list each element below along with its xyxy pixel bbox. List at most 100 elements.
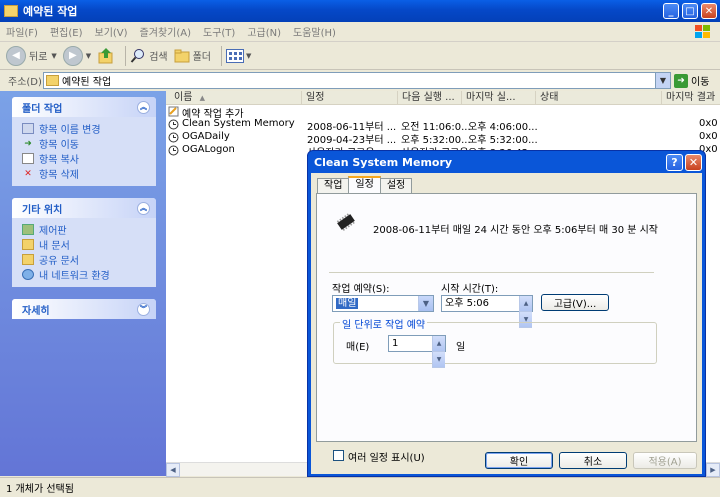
place-network[interactable]: 내 네트워크 환경 xyxy=(22,267,148,282)
address-bar: 주소(D) 예약된 작업 ▼ ➜ 이동 xyxy=(0,71,720,90)
menu-view[interactable]: 보기(V) xyxy=(89,24,134,39)
task-pane: 폴더 작업 ︽ 항목 이름 변경 ➜ 항목 이동 항목 복사 ✕ 항목 삭제 기타 … xyxy=(0,91,166,476)
expand-chevron-icon[interactable]: ︾ xyxy=(137,302,150,316)
scroll-right-button[interactable]: ▶ xyxy=(706,463,720,477)
column-header-name[interactable]: 이름 ▲ xyxy=(166,91,302,105)
list-item[interactable]: OGADaily 2009-04-23부터 ... 오후 5:32:00... … xyxy=(166,131,720,146)
column-header-last-run[interactable]: 마지막 실... xyxy=(462,91,536,105)
panel-header[interactable]: 폴더 작업 ︽ xyxy=(12,97,156,117)
every-days-stepper[interactable]: 1 ▲ ▼ xyxy=(388,335,446,368)
window-title-bar[interactable]: 예약된 작업 _ □ ✕ xyxy=(0,0,720,22)
windows-logo-icon xyxy=(695,25,710,38)
ok-button[interactable]: 확인 xyxy=(485,452,553,469)
panel-header[interactable]: 자세히 ︾ xyxy=(12,299,156,319)
every-label: 매(E) xyxy=(346,342,370,353)
dropdown-arrow-icon[interactable]: ▼ xyxy=(418,296,433,311)
tab-task[interactable]: 작업 xyxy=(317,178,350,193)
start-time-input[interactable]: 오후 5:06 ▲ ▼ xyxy=(441,295,533,328)
details-panel: 자세히 ︾ xyxy=(12,299,156,319)
task-move-item[interactable]: ➜ 항목 이동 xyxy=(22,136,148,152)
column-header-status[interactable]: 상태 xyxy=(536,91,662,105)
task-delete-item[interactable]: ✕ 항목 삭제 xyxy=(22,166,148,182)
scheduled-task-icon xyxy=(168,145,179,156)
address-label: 주소(D) xyxy=(8,77,42,88)
column-header-schedule[interactable]: 일정 xyxy=(302,91,398,105)
search-icon xyxy=(130,48,145,63)
place-shared-documents[interactable]: 공유 문서 xyxy=(22,252,148,267)
multiple-schedules-checkbox[interactable] xyxy=(333,450,344,461)
status-text: 1 개체가 선택됨 xyxy=(6,484,74,495)
add-task-icon xyxy=(168,106,179,117)
tab-strip: 작업 일정 설정 xyxy=(317,176,413,194)
maximize-button[interactable]: □ xyxy=(682,3,698,19)
folder-tasks-panel: 폴더 작업 ︽ 항목 이름 변경 ➜ 항목 이동 항목 복사 ✕ 항목 삭제 xyxy=(12,97,156,186)
schedule-tab-page: 2008-06-11부터 매일 24 시간 동안 오후 5:06부터 매 30 … xyxy=(316,193,697,464)
apply-button[interactable]: 적용(A) xyxy=(633,452,697,469)
menu-tools[interactable]: 도구(T) xyxy=(197,24,241,39)
menu-file[interactable]: 파일(F) xyxy=(0,24,44,39)
list-item[interactable]: Clean System Memory 2008-06-11부터 ... 오전 … xyxy=(166,118,720,133)
copy-icon xyxy=(22,153,34,164)
address-dropdown-button[interactable]: ▼ xyxy=(655,73,670,88)
dialog-title-bar[interactable]: Clean System Memory xyxy=(308,151,705,173)
start-time-label: 시작 시간(T): xyxy=(441,284,499,295)
cancel-button[interactable]: 취소 xyxy=(559,452,627,469)
close-button[interactable]: ✕ xyxy=(701,3,717,19)
place-control-panel[interactable]: 제어판 xyxy=(22,222,148,237)
folder-icon xyxy=(46,75,59,86)
go-arrow-icon: ➜ xyxy=(674,73,688,88)
memory-chip-icon xyxy=(336,213,355,231)
tab-schedule[interactable]: 일정 xyxy=(348,176,381,193)
back-button[interactable]: ◀ 뒤로 ▼ xyxy=(6,45,57,66)
day-unit-label: 일 xyxy=(456,342,466,353)
menu-help[interactable]: 도움말(H) xyxy=(287,24,342,39)
forward-arrow-icon: ▶ xyxy=(62,45,83,66)
minimize-button[interactable]: _ xyxy=(663,3,679,19)
dialog-close-button[interactable]: ✕ xyxy=(685,154,702,171)
forward-button[interactable]: ▶ ▼ xyxy=(62,45,91,66)
panel-header[interactable]: 기타 위치 ︽ xyxy=(12,198,156,218)
window-title: 예약된 작업 xyxy=(23,5,78,18)
toolbar-separator xyxy=(221,45,222,66)
advanced-button[interactable]: 고급(V)... xyxy=(541,294,609,311)
delete-x-icon: ✕ xyxy=(24,168,32,179)
folders-button[interactable]: 폴더 xyxy=(174,48,211,64)
go-button[interactable]: ➜ 이동 xyxy=(674,73,709,88)
separator-line xyxy=(329,272,654,273)
tab-settings[interactable]: 설정 xyxy=(379,178,413,193)
column-header-last-result[interactable]: 마지막 결과 xyxy=(662,91,720,105)
rename-icon xyxy=(22,123,34,134)
views-button[interactable]: ▼ xyxy=(226,48,251,63)
up-folder-button[interactable] xyxy=(97,47,115,65)
move-icon: ➜ xyxy=(24,138,32,149)
spin-up-icon[interactable]: ▲ xyxy=(432,336,445,352)
daily-schedule-group: 일 단위로 작업 예약 매(E) 1 ▲ ▼ 일 xyxy=(333,316,657,368)
menu-bar: 파일(F) 편집(E) 보기(V) 즐겨찾기(A) 도구(T) 고급(N) 도움… xyxy=(0,22,720,42)
dialog-title: Clean System Memory xyxy=(314,155,453,169)
spin-down-icon[interactable]: ▼ xyxy=(432,352,445,368)
list-item[interactable]: 예약 작업 추가 xyxy=(166,105,720,120)
spin-up-icon[interactable]: ▲ xyxy=(519,296,532,312)
help-button[interactable]: ? xyxy=(666,154,683,171)
control-panel-icon xyxy=(22,224,34,235)
column-header-next-run[interactable]: 다음 실행 ... xyxy=(398,91,462,105)
folder-icon xyxy=(22,254,34,265)
place-my-documents[interactable]: 내 문서 xyxy=(22,237,148,252)
menu-advanced[interactable]: 고급(N) xyxy=(241,24,287,39)
menu-favorites[interactable]: 즐겨찾기(A) xyxy=(134,24,197,39)
collapse-chevron-icon[interactable]: ︽ xyxy=(137,201,150,215)
days-spinner[interactable]: ▲ ▼ xyxy=(432,336,445,368)
dialog-client-area: 작업 일정 설정 2008-06-11부터 매일 24 시간 동안 오후 5:0… xyxy=(311,173,702,474)
other-places-panel: 기타 위치 ︽ 제어판 내 문서 공유 문서 내 네트워크 환경 xyxy=(12,198,156,287)
address-input[interactable]: 예약된 작업 ▼ xyxy=(43,72,671,89)
search-button[interactable]: 검색 xyxy=(130,48,168,64)
task-properties-dialog: Clean System Memory ? ✕ 작업 일정 설정 2008-06… xyxy=(307,150,706,477)
schedule-type-dropdown[interactable]: 매일 ▼ xyxy=(332,295,434,312)
scroll-left-button[interactable]: ◀ xyxy=(166,463,180,477)
menu-edit[interactable]: 편집(E) xyxy=(44,24,89,39)
collapse-chevron-icon[interactable]: ︽ xyxy=(137,100,150,114)
toolbar-separator xyxy=(125,45,127,66)
task-copy-item[interactable]: 항목 복사 xyxy=(22,151,148,166)
time-spinner[interactable]: ▲ ▼ xyxy=(519,296,532,328)
task-rename-item[interactable]: 항목 이름 변경 xyxy=(22,121,148,136)
